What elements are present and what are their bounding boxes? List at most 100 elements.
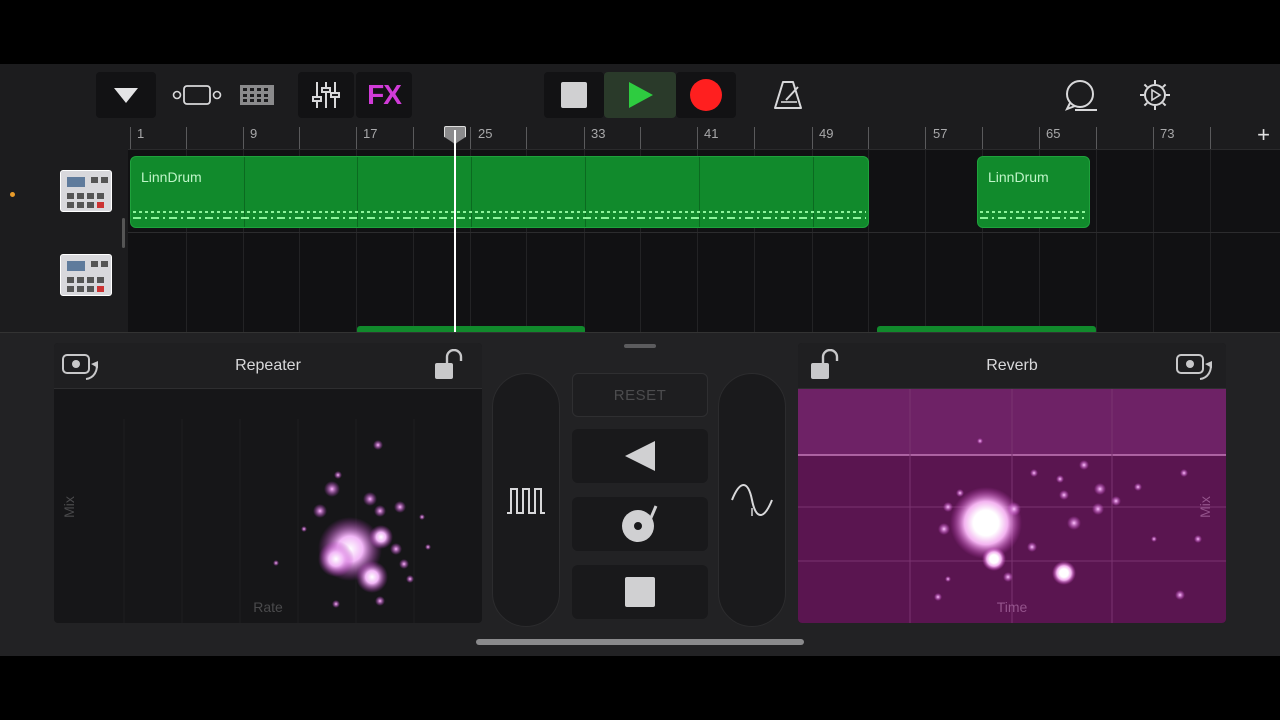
- y-axis-label: Mix: [60, 496, 77, 518]
- panel-drag-handle[interactable]: [624, 344, 656, 348]
- reset-button[interactable]: RESET: [572, 373, 708, 417]
- track-lanes[interactable]: LinnDrum LinnDrum: [128, 150, 1280, 332]
- ruler-tick: [697, 127, 698, 149]
- drum-machine-icon: [60, 254, 112, 296]
- y-axis-label: Mix: [1196, 496, 1213, 518]
- scratch-button[interactable]: [572, 497, 708, 551]
- mixer-button[interactable]: [298, 72, 354, 118]
- tracks-view-button[interactable]: [170, 72, 226, 118]
- reverse-icon: [625, 441, 655, 471]
- settings-button[interactable]: [1128, 72, 1182, 118]
- ruler-tick: [299, 127, 300, 149]
- x-axis-label: Time: [996, 599, 1028, 615]
- stop-icon: [561, 82, 587, 108]
- view-menu-button[interactable]: [96, 72, 156, 118]
- drum-grid-icon: [240, 85, 274, 105]
- orbit-filter-pill[interactable]: [718, 373, 786, 627]
- fx-button[interactable]: FX: [356, 72, 412, 118]
- toolbar: FX: [0, 64, 1280, 126]
- ruler-tick: [925, 127, 926, 149]
- ruler-tick-label: 49: [819, 126, 834, 141]
- drum-region-2[interactable]: LinnDrum: [977, 156, 1090, 228]
- ruler-tick: [640, 127, 641, 149]
- ruler-tick-label: 25: [478, 126, 493, 141]
- fx-select-icon: [1176, 354, 1212, 380]
- gate-filter-pill[interactable]: [492, 373, 560, 627]
- track-header-drums-1[interactable]: [0, 150, 128, 232]
- ruler-tick-label: 73: [1160, 126, 1175, 141]
- lock-button[interactable]: [430, 349, 470, 383]
- reverb-panel: Reverb Time Mix: [798, 343, 1226, 623]
- track-headers: [0, 150, 128, 332]
- ruler-tick: [754, 127, 755, 149]
- sine-wave-icon: [731, 484, 773, 516]
- region-name: LinnDrum: [988, 169, 1049, 185]
- repeater-header: Repeater: [54, 343, 482, 389]
- horizontal-scroll-bar[interactable]: [476, 639, 804, 645]
- ruler-tick: [413, 127, 414, 149]
- track-scroll-indicator: [122, 218, 125, 248]
- record-icon: [690, 79, 722, 111]
- ruler-tick: [1210, 127, 1211, 149]
- ruler-tick-label: 17: [363, 126, 378, 141]
- ruler-tick: [1096, 127, 1097, 149]
- lane-separator: [128, 232, 1280, 233]
- fx-controls-panel: Repeater Rate Mix RESET Reverb Time Mix: [0, 332, 1280, 656]
- ruler-tick: [584, 127, 585, 149]
- ruler-tick-label: 57: [933, 126, 948, 141]
- x-axis-label: Rate: [253, 599, 283, 615]
- ruler-tick-label: 33: [591, 126, 606, 141]
- ruler-tick: [186, 127, 187, 149]
- reverb-header: Reverb: [798, 343, 1226, 389]
- track-indicator-dot: [10, 192, 15, 197]
- ruler-tick: [868, 127, 869, 149]
- fx-select-button[interactable]: [1174, 349, 1214, 383]
- ruler-tick: [812, 127, 813, 149]
- ruler-tick: [130, 127, 131, 149]
- track-header-drums-2[interactable]: [0, 234, 128, 316]
- ruler-tick: [1153, 127, 1154, 149]
- ruler-tick-label: 65: [1046, 126, 1061, 141]
- repeater-panel: Repeater Rate Mix: [54, 343, 482, 623]
- ruler-tick: [526, 127, 527, 149]
- metronome-button[interactable]: [762, 72, 814, 118]
- ruler-tick: [356, 127, 357, 149]
- chevron-down-icon: [114, 88, 138, 103]
- repeater-xy-pad[interactable]: Rate Mix: [54, 389, 482, 623]
- drum-machine-icon: [60, 170, 112, 212]
- fx-title: Repeater: [235, 357, 301, 374]
- ruler-tick-label: 41: [704, 126, 719, 141]
- ruler-tick-label: 1: [137, 126, 145, 141]
- reverse-button[interactable]: [572, 429, 708, 483]
- timeline-ruler[interactable]: 1 9 17 25 33 41 49 57 65 73 +: [128, 122, 1280, 150]
- ruler-tick: [1039, 127, 1040, 149]
- particle-visual: [798, 389, 1226, 623]
- fx-title: Reverb: [986, 357, 1038, 374]
- particle-visual: [123, 419, 431, 623]
- drum-grid-button[interactable]: [232, 72, 282, 118]
- add-section-button[interactable]: +: [1257, 122, 1270, 148]
- loop-icon: [1064, 80, 1097, 111]
- tape-stop-button[interactable]: [572, 565, 708, 619]
- ruler-tick: [243, 127, 244, 149]
- ruler-tick: [982, 127, 983, 149]
- drum-region-1[interactable]: LinnDrum: [130, 156, 869, 228]
- stop-square-icon: [625, 577, 655, 607]
- unlock-icon: [435, 349, 463, 379]
- ruler-tick-label: 9: [250, 126, 258, 141]
- loop-browser-button[interactable]: [1054, 72, 1108, 118]
- garageband-window: FX 1 9 17 25 33 41 49 57 65 73 + LinnDru…: [0, 64, 1280, 656]
- record-button[interactable]: [676, 72, 736, 118]
- fx-label: FX: [367, 79, 402, 110]
- metronome-icon: [774, 81, 802, 109]
- stop-button[interactable]: [544, 72, 604, 118]
- square-wave-icon: [507, 488, 545, 514]
- turntable-icon: [622, 505, 658, 542]
- settings-icon: [1140, 80, 1170, 110]
- reverb-xy-pad[interactable]: Time Mix: [798, 389, 1226, 623]
- ruler-tick: [470, 127, 471, 149]
- play-button[interactable]: [604, 72, 676, 118]
- mixer-icon: [312, 82, 340, 108]
- region-name: LinnDrum: [141, 169, 202, 185]
- tracks-view-icon: [172, 85, 222, 105]
